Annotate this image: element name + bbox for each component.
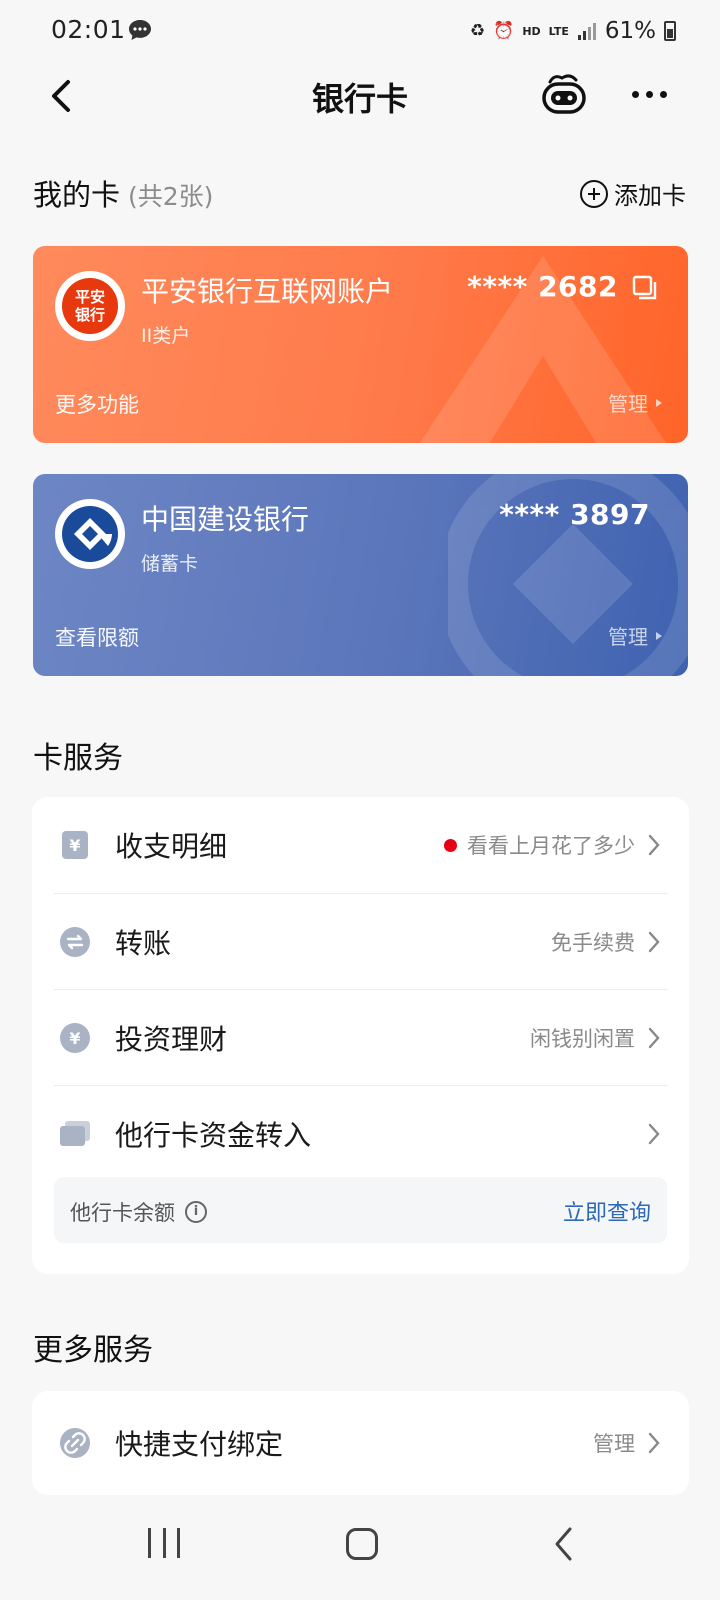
status-indicators: ♻ ⏰ HD LTE 61%	[470, 14, 676, 48]
page-title: 银行卡	[311, 80, 408, 118]
link-icon	[60, 1428, 90, 1458]
chevron-right-icon	[648, 1432, 660, 1454]
add-card-label: 添加卡	[614, 182, 686, 210]
my-cards-header: 我的卡 (共2张) 添加卡	[33, 172, 686, 216]
yuan-note-icon: ¥	[62, 831, 88, 859]
service-row-transfer[interactable]: 转账 免手续费	[54, 894, 667, 990]
card-type: 储蓄卡	[141, 553, 199, 575]
service-row-statement[interactable]: ¥ 收支明细 看看上月花了多少	[54, 797, 667, 893]
pingan-bank-logo: 平安银行	[55, 271, 125, 341]
more-options-button[interactable]	[632, 84, 672, 104]
service-row-quick-pay-binding[interactable]: 快捷支付绑定 管理	[54, 1395, 667, 1491]
card-number: **** 2682	[467, 270, 618, 303]
service-label: 快捷支付绑定	[115, 1428, 284, 1461]
other-bank-balance-label: 他行卡余额 i	[70, 1197, 207, 1227]
nav-bar: 银行卡	[0, 64, 720, 130]
battery-icon	[664, 21, 676, 41]
play-triangle-icon	[656, 398, 662, 407]
bank-card-ccb[interactable]: 中国建设银行 储蓄卡 **** 3897 查看限额 管理	[33, 474, 688, 676]
dot-icon	[646, 90, 653, 98]
signal-icon	[577, 23, 596, 40]
chevron-right-icon	[648, 1027, 660, 1049]
ccb-logo-icon	[62, 506, 118, 562]
chevron-right-icon	[648, 931, 660, 953]
system-nav-bar	[0, 1508, 720, 1600]
service-row-other-bank-transfer-in[interactable]: 他行卡资金转入	[54, 1086, 667, 1182]
card-services-title: 卡服务	[33, 741, 123, 776]
cards-stack-icon	[60, 1121, 90, 1146]
recycle-icon: ♻	[469, 21, 486, 41]
card-manage-button[interactable]: 管理	[608, 388, 662, 417]
card-manage-button[interactable]: 管理	[608, 621, 662, 650]
service-hint: 闲钱别闲置	[530, 1023, 635, 1053]
dot-icon	[660, 90, 667, 98]
card-services-panel: ¥ 收支明细 看看上月花了多少 转账 免手续费 ¥ 投资理财 闲钱别闲置 他行卡…	[32, 797, 689, 1274]
view-limit-link[interactable]: 查看限额	[55, 622, 139, 652]
network-type: LTE	[548, 24, 569, 38]
service-hint-text: 管理	[593, 1432, 635, 1456]
service-label: 转账	[115, 927, 172, 960]
service-hint: 管理	[593, 1428, 635, 1458]
chat-bubble-icon	[129, 20, 151, 40]
service-hint: 免手续费	[551, 927, 635, 957]
service-row-invest[interactable]: ¥ 投资理财 闲钱别闲置	[54, 990, 667, 1086]
status-time: 02:01	[51, 15, 126, 44]
home-icon[interactable]	[346, 1528, 378, 1560]
alarm-icon: ⏰	[493, 21, 515, 41]
pingan-logo-text: 平安银行	[62, 278, 118, 334]
status-bar: 02:01 ♻ ⏰ HD LTE 61%	[0, 0, 720, 64]
bank-name: 平安银行互联网账户	[141, 275, 394, 308]
service-label: 他行卡资金转入	[115, 1119, 312, 1152]
recent-apps-icon[interactable]	[148, 1528, 180, 1560]
system-back-icon[interactable]	[552, 1526, 576, 1562]
svg-text:¥: ¥	[69, 1029, 80, 1048]
service-hint-text: 免手续费	[551, 931, 635, 955]
plus-circle-icon	[580, 179, 608, 208]
more-services-panel: 快捷支付绑定 管理	[32, 1391, 689, 1495]
more-services-title: 更多服务	[33, 1333, 153, 1368]
card-type: II类户	[141, 325, 191, 347]
transfer-icon	[60, 927, 90, 957]
chevron-right-icon	[648, 834, 660, 856]
query-now-link[interactable]: 立即查询	[563, 1195, 651, 1227]
svg-text:¥: ¥	[69, 836, 80, 855]
service-hint: 看看上月花了多少	[444, 830, 635, 860]
card-number: **** 3897	[499, 498, 650, 531]
dot-icon	[632, 90, 639, 98]
hd-indicator: HD	[522, 24, 541, 38]
play-triangle-icon	[656, 631, 662, 640]
my-cards-title: 我的卡	[33, 178, 121, 212]
ccb-bank-logo	[55, 499, 125, 569]
service-hint-text: 闲钱别闲置	[530, 1027, 635, 1051]
assistant-robot-icon[interactable]	[540, 72, 588, 118]
card-count: (共2张)	[128, 182, 214, 211]
add-card-button[interactable]: 添加卡	[580, 176, 686, 211]
card-manage-label: 管理	[608, 392, 648, 416]
bank-name: 中国建设银行	[141, 503, 310, 536]
other-bank-balance-box: 他行卡余额 i 立即查询	[54, 1177, 667, 1243]
battery-percent: 61%	[604, 18, 656, 44]
chevron-right-icon	[648, 1123, 660, 1145]
red-dot-icon	[444, 838, 457, 852]
copy-icon[interactable]	[632, 275, 658, 301]
service-label: 投资理财	[115, 1023, 228, 1056]
bank-card-pingan[interactable]: 平安银行 平安银行互联网账户 II类户 **** 2682 更多功能 管理	[33, 246, 688, 443]
card-manage-label: 管理	[608, 625, 648, 649]
service-label: 收支明细	[115, 830, 228, 863]
info-icon[interactable]: i	[185, 1201, 207, 1223]
service-hint-text: 看看上月花了多少	[467, 834, 635, 858]
more-functions-link[interactable]: 更多功能	[55, 389, 139, 419]
balance-label-text: 他行卡余额	[70, 1201, 175, 1225]
yuan-coin-icon: ¥	[60, 1023, 90, 1053]
